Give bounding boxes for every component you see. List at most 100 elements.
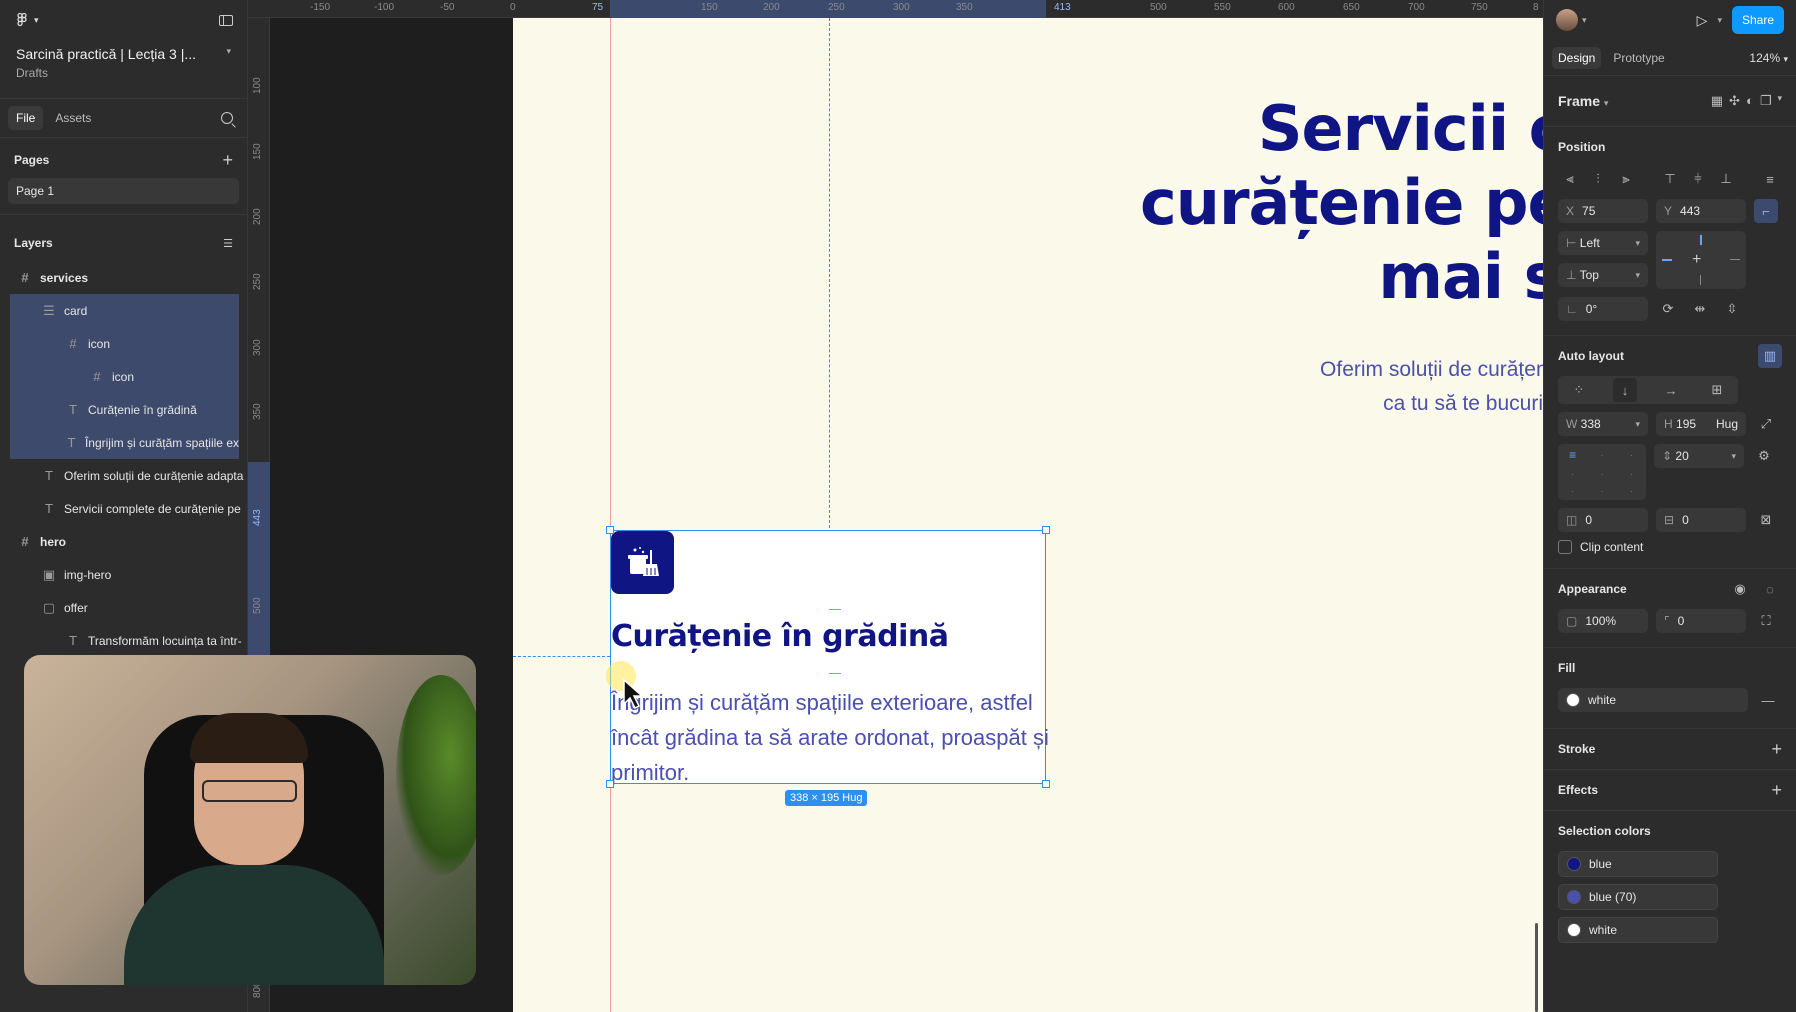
align-bottom-icon[interactable]: ⊥ [1714, 167, 1738, 191]
y-field[interactable]: Y 443 [1656, 199, 1746, 223]
clip-content-checkbox[interactable] [1558, 540, 1572, 554]
layer-item[interactable]: T Îngrijim și curățăm spațiile ex [10, 426, 239, 459]
h-constraint-value: Left [1579, 236, 1600, 250]
layer-item[interactable]: # hero [0, 525, 247, 558]
resize-handle-br[interactable] [1042, 780, 1050, 788]
advanced-layout-icon[interactable]: ⚙ [1752, 444, 1776, 468]
card[interactable]: Curățenie în grădină Îngrijim și curățăm… [606, 526, 1050, 788]
layer-item[interactable]: # icon [10, 327, 239, 360]
selection-color-item[interactable]: white [1558, 917, 1718, 943]
horizontal-padding-field[interactable]: ◫ 0 [1558, 508, 1648, 532]
align-top-icon[interactable]: ⊤ [1658, 167, 1682, 191]
layer-item[interactable]: T Curățenie în grădină [10, 393, 239, 426]
tab-file[interactable]: File [8, 106, 44, 130]
layer-item[interactable]: # icon [10, 360, 239, 393]
grid-icon[interactable]: ▦ [1711, 93, 1723, 109]
cleaning-icon[interactable] [611, 531, 674, 594]
share-button[interactable]: Share [1731, 6, 1784, 34]
distribute-icon[interactable]: ≡ [1758, 167, 1782, 191]
add-effect-icon[interactable]: + [1771, 780, 1782, 801]
color-name: blue [1589, 857, 1612, 871]
layer-item[interactable]: T Servicii complete de curățenie pe [0, 492, 247, 525]
layout-horizontal-icon[interactable]: → [1659, 378, 1683, 402]
w-value: 338 [1580, 417, 1601, 431]
individual-padding-icon[interactable]: ⊠ [1754, 508, 1778, 532]
layer-item[interactable]: ▣ img-hero [0, 558, 247, 591]
card-body[interactable]: Îngrijim și curățăm spațiile exterioare,… [611, 685, 1051, 790]
align-center-h-icon[interactable]: ⫶ [1586, 167, 1610, 191]
align-right-icon[interactable]: ⫸ [1614, 167, 1638, 191]
layout-vertical-icon[interactable]: ↓ [1613, 378, 1637, 402]
section-title[interactable]: Servicii comp curățenie pentru mai sănăt [1013, 92, 1543, 314]
layer-item[interactable]: ▢ offer [0, 591, 247, 624]
constraints-toggle-icon[interactable]: ⌐ [1754, 199, 1778, 223]
selection-color-item[interactable]: blue (70) [1558, 884, 1718, 910]
contrast-icon[interactable]: ◐ [1746, 93, 1754, 109]
main-menu-button[interactable]: ▾ [14, 12, 39, 28]
rotate-icon[interactable]: ⟳ [1656, 297, 1680, 321]
layout-free-icon[interactable]: ⁘ [1567, 378, 1591, 402]
horizontal-constraint-select[interactable]: ⊢ Left ▾ [1558, 231, 1648, 255]
boolean-icon[interactable]: ❐ [1760, 93, 1772, 109]
constraint-widget[interactable]: + [1656, 231, 1746, 289]
fill-title: Fill [1558, 661, 1576, 675]
eye-icon[interactable]: ◉ [1728, 577, 1752, 601]
layer-item[interactable]: T Oferim soluții de curățenie adapta [0, 459, 247, 492]
layer-item[interactable]: ☰ card [10, 294, 239, 327]
avatar-menu[interactable]: ▾ [1556, 9, 1587, 31]
fill-section: Fill white — [1544, 648, 1796, 729]
toggle-sidebar-icon[interactable] [219, 14, 233, 26]
section-subtitle[interactable]: Oferim soluții de curățenie adaptate pen… [1263, 353, 1543, 421]
y-label: Y [1664, 204, 1673, 218]
resize-handle-bl[interactable] [606, 780, 614, 788]
search-icon[interactable] [221, 112, 236, 128]
services-frame[interactable]: Servicii comp curățenie pentru mai sănăt… [513, 18, 1543, 1012]
color-swatch [1567, 890, 1581, 904]
independent-corners-icon[interactable]: ⛶ [1754, 609, 1778, 633]
auto-layout-settings-icon[interactable]: ▥ [1758, 344, 1782, 368]
resize-to-fit-icon[interactable]: ⤢ [1754, 412, 1778, 436]
add-stroke-icon[interactable]: + [1771, 739, 1782, 760]
canvas-scrollbar[interactable] [1535, 923, 1538, 1012]
add-page-icon[interactable]: + [222, 150, 233, 171]
remove-fill-icon[interactable]: — [1756, 688, 1780, 712]
chevron-down-icon[interactable]: ▾ [1717, 15, 1722, 26]
size-row: W 338 ▾ H 195 Hug ⤢ [1558, 412, 1782, 436]
selection-color-item[interactable]: blue [1558, 851, 1718, 877]
resize-handle-tl[interactable] [606, 526, 614, 534]
layout-wrap-icon[interactable]: ⊞ [1705, 378, 1729, 402]
corner-radius-field[interactable]: ⌜ 0 [1656, 609, 1746, 633]
x-field[interactable]: X 75 [1558, 199, 1648, 223]
gap-field[interactable]: ⇕ 20 ▾ [1654, 444, 1744, 468]
height-field[interactable]: H 195 Hug [1656, 412, 1746, 436]
resize-handle-tr[interactable] [1042, 526, 1050, 534]
blend-mode-icon[interactable]: ◌ [1758, 577, 1782, 601]
zoom-level[interactable]: 124% ▾ [1749, 51, 1788, 65]
opacity-field[interactable]: ▢ 100% [1558, 609, 1648, 633]
page-item[interactable]: Page 1 [8, 178, 239, 204]
layer-item[interactable]: # services [0, 261, 247, 294]
flip-horizontal-icon[interactable]: ⇹ [1688, 297, 1712, 321]
align-center-v-icon[interactable]: ⫩ [1686, 167, 1710, 191]
component-icon[interactable]: ✣ [1729, 93, 1740, 109]
present-icon[interactable]: ▷ [1697, 12, 1708, 29]
flip-vertical-icon[interactable]: ⇳ [1720, 297, 1744, 321]
alignment-grid[interactable]: ≡ · · · · · · · · [1558, 444, 1646, 500]
collapse-layers-icon[interactable]: ☰ [223, 237, 233, 250]
tab-prototype[interactable]: Prototype [1607, 47, 1670, 69]
tab-design[interactable]: Design [1552, 46, 1602, 69]
figma-logo-icon [17, 12, 27, 27]
card-title[interactable]: Curățenie în grădină [611, 619, 949, 654]
file-title-row[interactable]: Sarcină practică | Lecția 3 |... ▾ [0, 40, 247, 62]
rotation-field[interactable]: ∟ 0° [1558, 297, 1648, 321]
frame-type-select[interactable]: Frame ▾ [1558, 93, 1608, 109]
chevron-down-icon[interactable]: ▾ [1777, 93, 1782, 109]
align-left-icon[interactable]: ⫷ [1558, 167, 1582, 191]
width-field[interactable]: W 338 ▾ [1558, 412, 1648, 436]
tab-assets[interactable]: Assets [47, 106, 99, 130]
fill-color-field[interactable]: white [1558, 688, 1748, 712]
vertical-padding-field[interactable]: ⊟ 0 [1656, 508, 1746, 532]
ruler-tick: 700 [1408, 2, 1425, 13]
layer-item[interactable]: T Transformăm locuința ta într- [0, 624, 247, 657]
vertical-constraint-select[interactable]: ⊥ Top ▾ [1558, 263, 1648, 287]
